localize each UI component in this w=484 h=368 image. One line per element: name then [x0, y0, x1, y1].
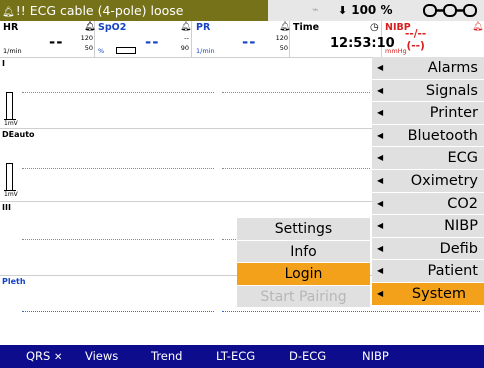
- speaker-muted-icon: ✕: [54, 352, 63, 363]
- waveform-label-deauto: DEauto: [2, 130, 35, 139]
- pr-label: PR: [196, 22, 211, 33]
- pr-unit: 1/min: [196, 47, 215, 55]
- menu-item-patient[interactable]: ◀ Patient: [372, 260, 484, 283]
- spo2-box[interactable]: SpO2 🔔︎ -- -- 90 %: [84, 21, 192, 57]
- softkey-trend[interactable]: Trend: [151, 345, 182, 368]
- waveform-trace: [222, 92, 370, 93]
- pr-alarm-bell-2-icon: 🔔︎: [279, 22, 291, 32]
- time-box[interactable]: 🔔︎ Time ◷ 12:53:10: [279, 21, 395, 57]
- spo2-alarm-bell-icon: 🔔︎: [84, 22, 96, 32]
- waveform-trace: [22, 168, 214, 169]
- system-submenu: Settings Info Login Start Pairing: [237, 218, 370, 309]
- menu-item-system[interactable]: ◀ System: [372, 282, 484, 306]
- spo2-limit-high: --: [184, 34, 189, 42]
- time-label: Time: [293, 22, 320, 33]
- pr-value: --: [242, 33, 257, 51]
- arrow-left-icon: ◀: [377, 108, 384, 118]
- menu-item-bluetooth[interactable]: ◀ Bluetooth: [372, 124, 484, 148]
- nibp-unit: mmHg: [385, 47, 407, 55]
- nibp-value: --/--: [405, 28, 427, 40]
- waveform-channel-i[interactable]: I 1mV: [0, 57, 372, 128]
- pr-limit-low: 50: [279, 44, 288, 52]
- arrow-left-icon: ◀: [377, 85, 384, 95]
- connection-chain-icon: [423, 4, 477, 17]
- menu-item-ecg[interactable]: ◀ ECG: [372, 147, 484, 170]
- menu-item-oximetry[interactable]: ◀ Oximetry: [372, 169, 484, 193]
- softkey-d-ecg[interactable]: D-ECG: [289, 345, 326, 368]
- hr-value: --: [49, 33, 64, 51]
- softkey-views[interactable]: Views: [85, 345, 118, 368]
- spo2-label: SpO2: [98, 22, 127, 33]
- waveform-trace: [222, 168, 370, 169]
- spo2-limit-low: 90: [180, 44, 189, 52]
- alarm-message: !! ECG cable (4-pole) loose: [15, 3, 184, 18]
- arrow-left-icon: ◀: [377, 243, 384, 253]
- waveform-trace: [22, 311, 214, 312]
- spo2-unit: %: [98, 47, 105, 55]
- waveform-trace: [222, 239, 236, 240]
- spo2-signal-bar: [116, 47, 136, 54]
- nibp-value-block: --/-- (--): [405, 28, 426, 52]
- main-menu: ◀ Alarms ◀ Signals ◀ Printer ◀ Bluetooth ◀ EC…: [372, 57, 484, 306]
- hr-unit: 1/min: [3, 47, 22, 55]
- calibration-label: 1mV: [4, 191, 18, 198]
- waveform-label-iii: III: [2, 203, 11, 212]
- calibration-label: 1mV: [4, 120, 18, 127]
- nibp-alarm-bell-icon: 🔔︎: [472, 22, 484, 32]
- pr-alarm-bell-icon: 🔔︎: [180, 22, 192, 32]
- menu-item-printer[interactable]: ◀ Printer: [372, 102, 484, 125]
- waveform-label-i: I: [2, 59, 5, 68]
- bell-icon: 🔔︎: [2, 7, 15, 18]
- arrow-left-icon: ◀: [377, 130, 384, 140]
- waveform-trace: [222, 311, 480, 312]
- softkey-lt-ecg[interactable]: LT-ECG: [216, 345, 255, 368]
- battery-level: 100 %: [351, 3, 393, 17]
- hr-limit-high: 120: [80, 34, 93, 42]
- parameter-header: HR 🔔︎ -- 120 50 1/min SpO2 🔔︎ -- -- 90 %…: [0, 21, 484, 57]
- spo2-value: --: [145, 33, 160, 51]
- pr-box[interactable]: PR 🔔︎ -- 120 50 1/min: [180, 21, 290, 57]
- status-bar: 🔔︎!! ECG cable (4-pole) loose ⌁ ⬇ 100 %: [0, 0, 484, 21]
- arrow-left-icon: ◀: [377, 288, 384, 298]
- submenu-item-info[interactable]: Info: [237, 240, 370, 264]
- arrow-left-icon: ◀: [377, 221, 384, 231]
- hr-label: HR: [3, 22, 19, 33]
- menu-item-co2[interactable]: ◀ CO2: [372, 192, 484, 216]
- softkey-qrs[interactable]: QRS ✕: [26, 345, 62, 368]
- hr-box[interactable]: HR 🔔︎ -- 120 50 1/min: [0, 21, 95, 57]
- battery-icon: ⬇: [338, 4, 348, 17]
- power-plug-icon: ⌁: [312, 3, 319, 16]
- submenu-item-start-pairing: Start Pairing: [237, 285, 370, 309]
- arrow-left-icon: ◀: [377, 63, 384, 72]
- softkey-bar: QRS ✕ Views Trend LT-ECG D-ECG NIBP: [0, 345, 484, 368]
- arrow-left-icon: ◀: [377, 175, 384, 185]
- battery-status: ⬇ 100 %: [338, 3, 392, 17]
- alarm-banner[interactable]: 🔔︎!! ECG cable (4-pole) loose: [0, 0, 268, 21]
- waveform-trace: [22, 239, 214, 240]
- pr-limit-high: 120: [275, 34, 288, 42]
- nibp-box[interactable]: NIBP 🔔︎ --/-- (--) mmHg: [382, 21, 484, 57]
- menu-item-defib[interactable]: ◀ Defib: [372, 237, 484, 261]
- softkey-nibp[interactable]: NIBP: [362, 345, 389, 368]
- menu-item-nibp[interactable]: ◀ NIBP: [372, 215, 484, 238]
- arrow-left-icon: ◀: [377, 266, 384, 276]
- waveform-channel-deauto[interactable]: DEauto 1mV: [0, 128, 372, 201]
- arrow-left-icon: ◀: [377, 198, 384, 208]
- nibp-mean-value: (--): [406, 40, 425, 52]
- waveform-label-pleth: Pleth: [2, 277, 26, 286]
- arrow-left-icon: ◀: [377, 153, 384, 163]
- hr-limit-low: 50: [84, 44, 93, 52]
- menu-item-signals[interactable]: ◀ Signals: [372, 79, 484, 103]
- waveform-trace: [22, 92, 214, 93]
- submenu-item-settings[interactable]: Settings: [237, 218, 370, 241]
- submenu-item-login[interactable]: Login: [237, 263, 370, 286]
- menu-item-alarms[interactable]: ◀ Alarms: [372, 57, 484, 80]
- clock-icon: ◷: [370, 22, 379, 33]
